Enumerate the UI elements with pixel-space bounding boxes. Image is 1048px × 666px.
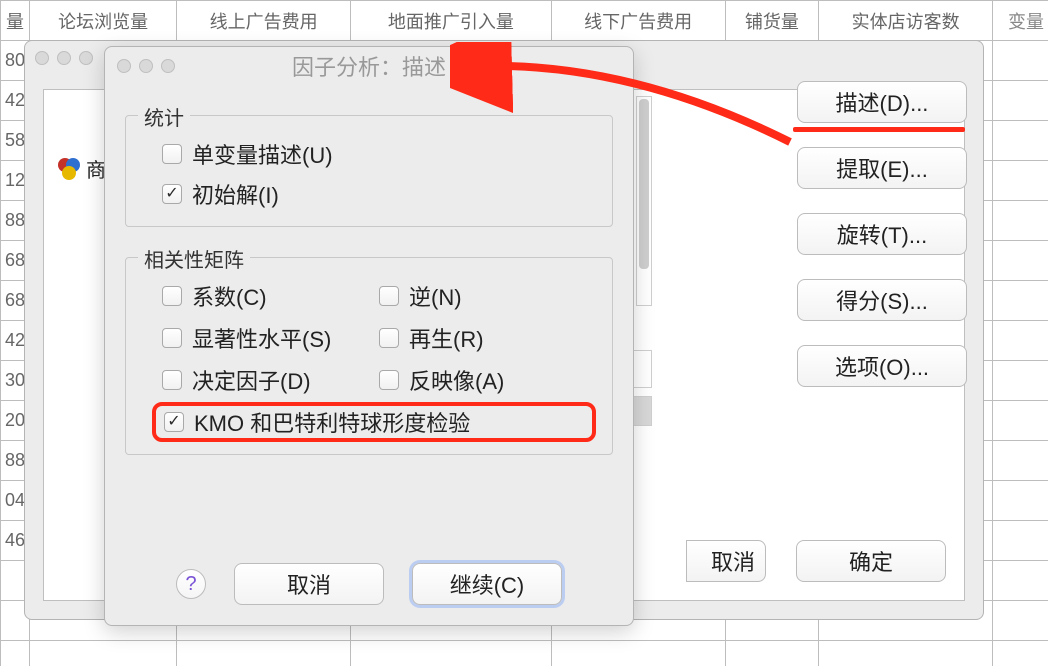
statistics-group: 统计 单变量描述(U) 初始解(I) — [125, 115, 613, 227]
group-legend: 相关性矩阵 — [138, 244, 250, 273]
anti-image-check[interactable]: 反映像(A) — [379, 360, 596, 400]
scrollbar-thumb[interactable] — [639, 99, 649, 269]
univariate-check[interactable]: 单变量描述(U) — [162, 134, 596, 174]
initial-label: 初始解(I) — [192, 178, 279, 210]
continue-button[interactable]: 继续(C) — [412, 563, 562, 605]
checkbox-icon[interactable] — [162, 286, 182, 306]
options-button[interactable]: 选项(O)... — [797, 345, 967, 387]
coeff-label: 系数(C) — [192, 280, 267, 312]
col-header[interactable]: 实体店访客数 — [819, 1, 993, 41]
descriptives-dialog: 因子分析：描述 统计 单变量描述(U) 初始解(I) 相关性矩阵 系数(C) 逆… — [104, 46, 634, 626]
correlation-matrix-group: 相关性矩阵 系数(C) 逆(N) 显著性水平(S) 再生(R) 决定因子(D) — [125, 257, 613, 455]
col-header[interactable]: 线下广告费用 — [551, 1, 725, 41]
checkbox-icon[interactable] — [379, 286, 399, 306]
describe-button[interactable]: 描述(D)... — [797, 81, 967, 123]
describe-label: 描述(D)... — [836, 86, 929, 118]
checkbox-icon[interactable] — [162, 328, 182, 348]
col-header[interactable]: 变量 — [993, 1, 1048, 41]
help-icon: ? — [185, 573, 196, 596]
sig-label: 显著性水平(S) — [192, 322, 331, 354]
checkbox-icon[interactable] — [164, 412, 184, 432]
scores-button[interactable]: 得分(S)... — [797, 279, 967, 321]
col-header[interactable]: 论坛浏览量 — [30, 1, 177, 41]
options-label: 选项(O)... — [835, 350, 929, 382]
window-minimize-icon[interactable] — [57, 51, 71, 65]
determinant-check[interactable]: 决定因子(D) — [162, 360, 379, 400]
window-minimize-icon[interactable] — [139, 59, 153, 73]
anti-label: 反映像(A) — [409, 364, 504, 396]
checkbox-icon[interactable] — [379, 370, 399, 390]
variable-label: 商 — [86, 154, 106, 183]
reproduced-check[interactable]: 再生(R) — [379, 318, 596, 358]
ok-button[interactable]: 确定 — [796, 540, 946, 582]
col-header[interactable]: 量 — [1, 1, 30, 41]
window-close-icon[interactable] — [117, 59, 131, 73]
rotate-button[interactable]: 旋转(T)... — [797, 213, 967, 255]
cancel-label: 取消 — [711, 545, 755, 577]
checkbox-icon[interactable] — [379, 328, 399, 348]
checkbox-icon[interactable] — [162, 370, 182, 390]
cancel-label: 取消 — [287, 568, 331, 600]
help-button[interactable]: ? — [176, 569, 206, 599]
reprod-label: 再生(R) — [409, 322, 484, 354]
group-legend: 统计 — [138, 102, 190, 131]
annotation-underline — [793, 127, 965, 132]
dialog-title: 因子分析：描述 — [105, 50, 633, 82]
rotate-label: 旋转(T)... — [837, 218, 927, 250]
col-header[interactable]: 铺货量 — [725, 1, 819, 41]
initial-solution-check[interactable]: 初始解(I) — [162, 174, 596, 214]
inverse-label: 逆(N) — [409, 280, 462, 312]
window-close-icon[interactable] — [35, 51, 49, 65]
col-header[interactable]: 线上广告费用 — [177, 1, 351, 41]
variable-list-item[interactable]: 商 — [58, 154, 106, 183]
nominal-variable-icon — [58, 158, 80, 180]
kmo-label: KMO 和巴特利特球形度检验 — [194, 406, 470, 438]
header-row: 量 论坛浏览量 线上广告费用 地面推广引入量 线下广告费用 铺货量 实体店访客数… — [1, 1, 1048, 41]
cancel-button[interactable]: 取消 — [234, 563, 384, 605]
scrollbar[interactable] — [636, 96, 652, 306]
extract-label: 提取(E)... — [836, 152, 928, 184]
extract-button[interactable]: 提取(E)... — [797, 147, 967, 189]
univariate-label: 单变量描述(U) — [192, 138, 333, 170]
significance-check[interactable]: 显著性水平(S) — [162, 318, 379, 358]
det-label: 决定因子(D) — [192, 364, 311, 396]
kmo-bartlett-check[interactable]: KMO 和巴特利特球形度检验 — [152, 402, 596, 442]
checkbox-icon[interactable] — [162, 144, 182, 164]
window-zoom-icon[interactable] — [79, 51, 93, 65]
titlebar[interactable]: 因子分析：描述 — [105, 47, 633, 85]
scores-label: 得分(S)... — [836, 284, 928, 316]
parent-cancel-button[interactable]: 取消 — [686, 540, 766, 582]
col-header[interactable]: 地面推广引入量 — [351, 1, 552, 41]
checkbox-icon[interactable] — [162, 184, 182, 204]
inverse-check[interactable]: 逆(N) — [379, 276, 596, 316]
window-zoom-icon[interactable] — [161, 59, 175, 73]
coefficients-check[interactable]: 系数(C) — [162, 276, 379, 316]
ok-label: 确定 — [849, 545, 893, 577]
continue-label: 继续(C) — [450, 568, 525, 600]
